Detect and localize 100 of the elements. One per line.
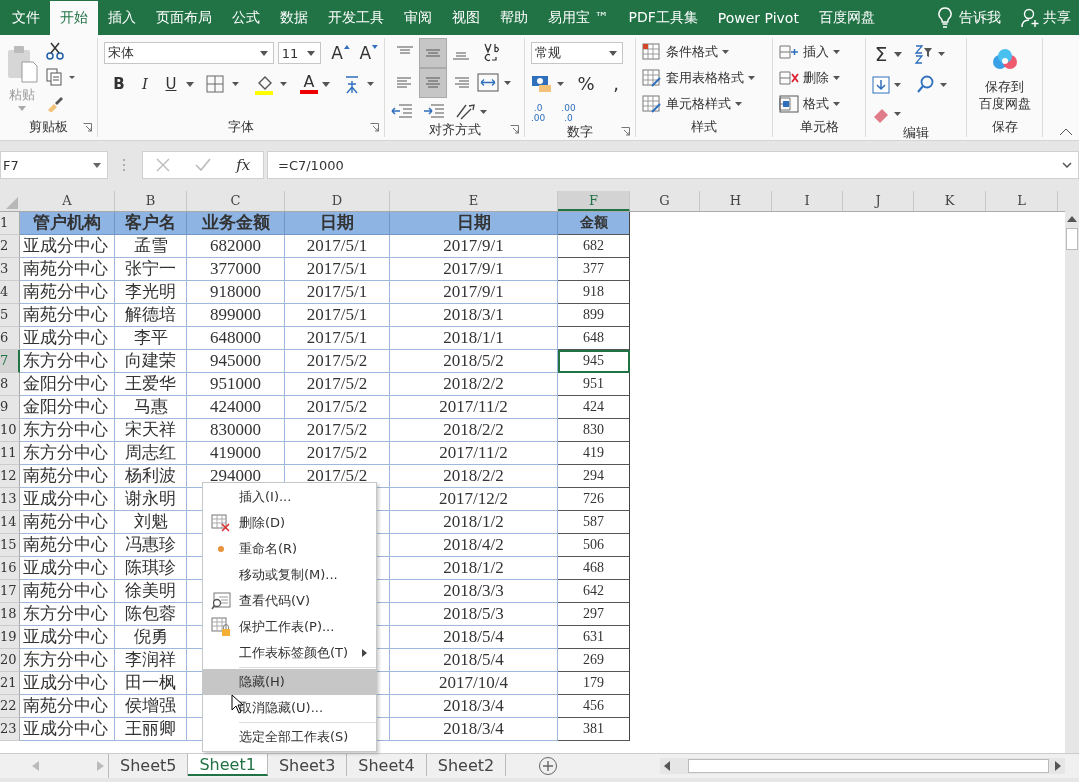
row-header[interactable]: 17 [0,580,20,603]
styles-button[interactable]: 条件格式 [642,42,766,62]
increase-indent-icon[interactable] [423,102,445,120]
ribbon-tab[interactable]: 百度网盘 [808,0,885,35]
font-size-field[interactable]: 11 [277,42,322,64]
cells-button[interactable]: 格式 [779,94,859,114]
scissors-icon[interactable] [46,42,64,60]
column-header[interactable]: B [115,191,187,211]
merge-center-icon[interactable] [477,73,513,93]
row-header[interactable]: 18 [0,603,20,626]
ribbon-tab[interactable]: 视图 [442,0,490,35]
number-format-field[interactable]: 常规 [531,42,623,64]
menu-item[interactable]: 删除(D) [203,510,376,536]
row-header[interactable]: 21 [0,672,20,695]
row-header[interactable]: 5 [0,304,20,327]
menu-item[interactable]: 查看代码(V) [203,588,376,614]
menu-item[interactable]: 隐藏(H) [203,669,376,695]
sort-filter-icon[interactable] [914,44,946,64]
sheet-tab[interactable]: Sheet2 [426,754,507,776]
column-header[interactable]: H [700,191,772,211]
decrease-indent-icon[interactable] [391,102,413,120]
row-header[interactable]: 10 [0,419,20,442]
sheet-tab[interactable]: Sheet3 [267,754,348,776]
row-header[interactable]: 19 [0,626,20,649]
search-icon[interactable] [916,75,948,95]
sheet-tab[interactable]: Sheet1 [188,754,268,776]
horizontal-scrollbar[interactable] [660,758,1065,774]
column-header[interactable]: F [558,191,630,211]
row-header[interactable]: 4 [0,281,20,304]
column-header[interactable]: G [630,191,700,211]
row-header[interactable]: 15 [0,534,20,557]
scroll-left-icon[interactable] [664,761,670,771]
styles-button[interactable]: 单元格样式 [642,94,766,114]
menu-item[interactable]: 工作表标签颜色(T) [203,640,376,666]
ribbon-tab[interactable]: Power Pivot [707,0,809,35]
save-to-cloud-button[interactable]: 保存到 百度网盘 [978,40,1031,117]
row-header[interactable]: 2 [0,235,20,258]
caret-icon[interactable] [894,51,902,57]
row-header[interactable]: 13 [0,488,20,511]
scroll-thumb[interactable] [1066,228,1078,250]
underline-button[interactable]: U [160,75,182,93]
caret-icon[interactable] [186,81,194,87]
italic-button[interactable]: I [134,75,156,93]
row-header[interactable]: 7 [0,350,20,373]
menu-item[interactable]: 移动或复制(M)... [203,562,376,588]
scroll-up-icon[interactable] [1067,216,1077,222]
column-header[interactable]: K [914,191,986,211]
row-header[interactable]: 12 [0,465,20,488]
percent-button[interactable]: % [577,73,595,94]
row-header[interactable]: 23 [0,718,20,741]
autosum-button[interactable]: Σ [872,42,890,66]
column-header[interactable]: D [285,191,390,211]
decrease-font-button[interactable]: A [359,43,378,63]
row-header[interactable]: 16 [0,557,20,580]
insert-function-button[interactable]: fx [236,156,251,174]
text-orientation-icon[interactable] [455,101,489,121]
vertical-scrollbar[interactable] [1065,211,1079,753]
format-painter-icon[interactable] [46,94,64,112]
styles-button[interactable]: 套用表格格式 [642,68,766,88]
share-button[interactable]: 共享 [1021,7,1071,28]
row-header[interactable]: 8 [0,373,20,396]
ribbon-tab[interactable]: 插入 [98,0,146,35]
dialog-launcher-icon[interactable] [83,123,92,132]
caret-icon[interactable] [322,81,330,87]
copy-icon[interactable] [46,68,76,86]
formula-field[interactable]: =C7/1000 [267,151,1079,179]
ribbon-tab[interactable]: 数据 [270,0,318,35]
font-name-field[interactable]: 宋体 [104,42,274,64]
cells-button[interactable]: 插入 [779,42,859,62]
menu-item[interactable]: 保护工作表(P)... [203,614,376,640]
row-header[interactable]: 22 [0,695,20,718]
ribbon-tab[interactable]: 开发工具 [318,0,394,35]
increase-decimal-button[interactable]: .0 .00 [531,103,546,123]
row-header[interactable]: 9 [0,396,20,419]
ribbon-tab[interactable]: 公式 [222,0,270,35]
column-header[interactable]: I [772,191,843,211]
ribbon-tab[interactable]: 文件 [2,0,50,35]
dialog-launcher-icon[interactable] [510,125,519,134]
comma-button[interactable]: , [607,73,625,94]
decrease-decimal-button[interactable]: .00 .0 [561,103,576,123]
collapse-ribbon-icon[interactable] [1059,128,1073,136]
ribbon-tab[interactable]: 页面布局 [146,0,222,35]
borders-icon[interactable] [206,75,242,93]
column-header[interactable]: L [986,191,1058,211]
ribbon-tab[interactable]: 开始 [50,1,98,35]
scroll-right-icon[interactable] [1055,761,1061,771]
fill-down-icon[interactable] [872,75,904,95]
lightbulb-icon[interactable] [937,6,953,29]
row-header[interactable]: 1 [0,212,20,235]
increase-font-button[interactable]: A [331,43,350,63]
row-header[interactable]: 6 [0,327,20,350]
name-box[interactable]: F7 [0,151,108,179]
tell-me-link[interactable]: 告诉我 [959,8,1001,27]
row-header[interactable]: 3 [0,258,20,281]
dialog-launcher-icon[interactable] [621,127,630,136]
row-header[interactable]: 20 [0,649,20,672]
ribbon-tab[interactable]: 易用宝 ™ [538,0,619,35]
column-header[interactable]: C [187,191,285,211]
bold-button[interactable]: B [108,75,130,93]
menu-item[interactable]: 选定全部工作表(S) [203,724,376,750]
